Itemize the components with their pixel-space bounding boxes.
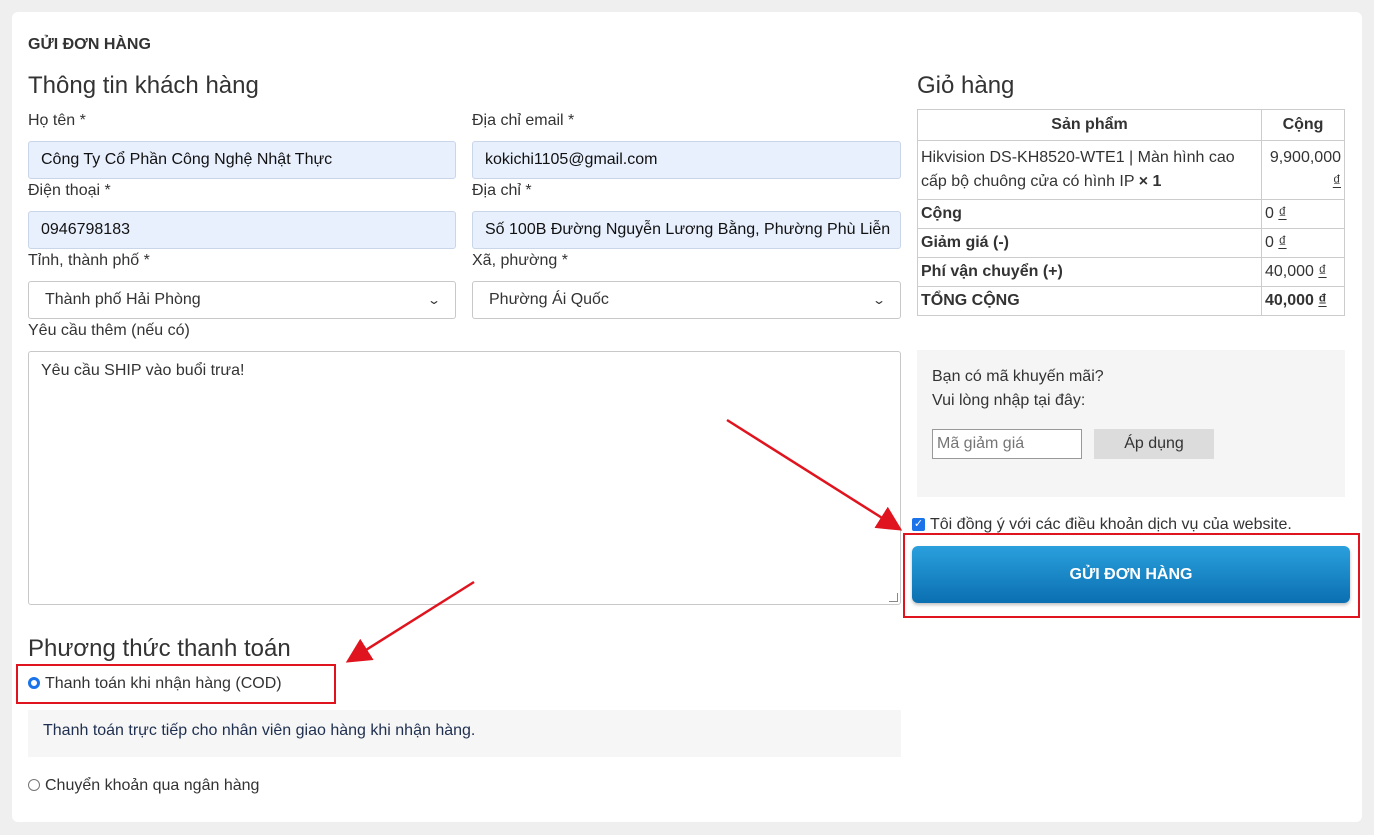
arrow-to-submit-icon xyxy=(726,418,903,531)
arrow-to-cod-icon xyxy=(345,580,475,663)
annotation-arrows xyxy=(345,418,903,663)
